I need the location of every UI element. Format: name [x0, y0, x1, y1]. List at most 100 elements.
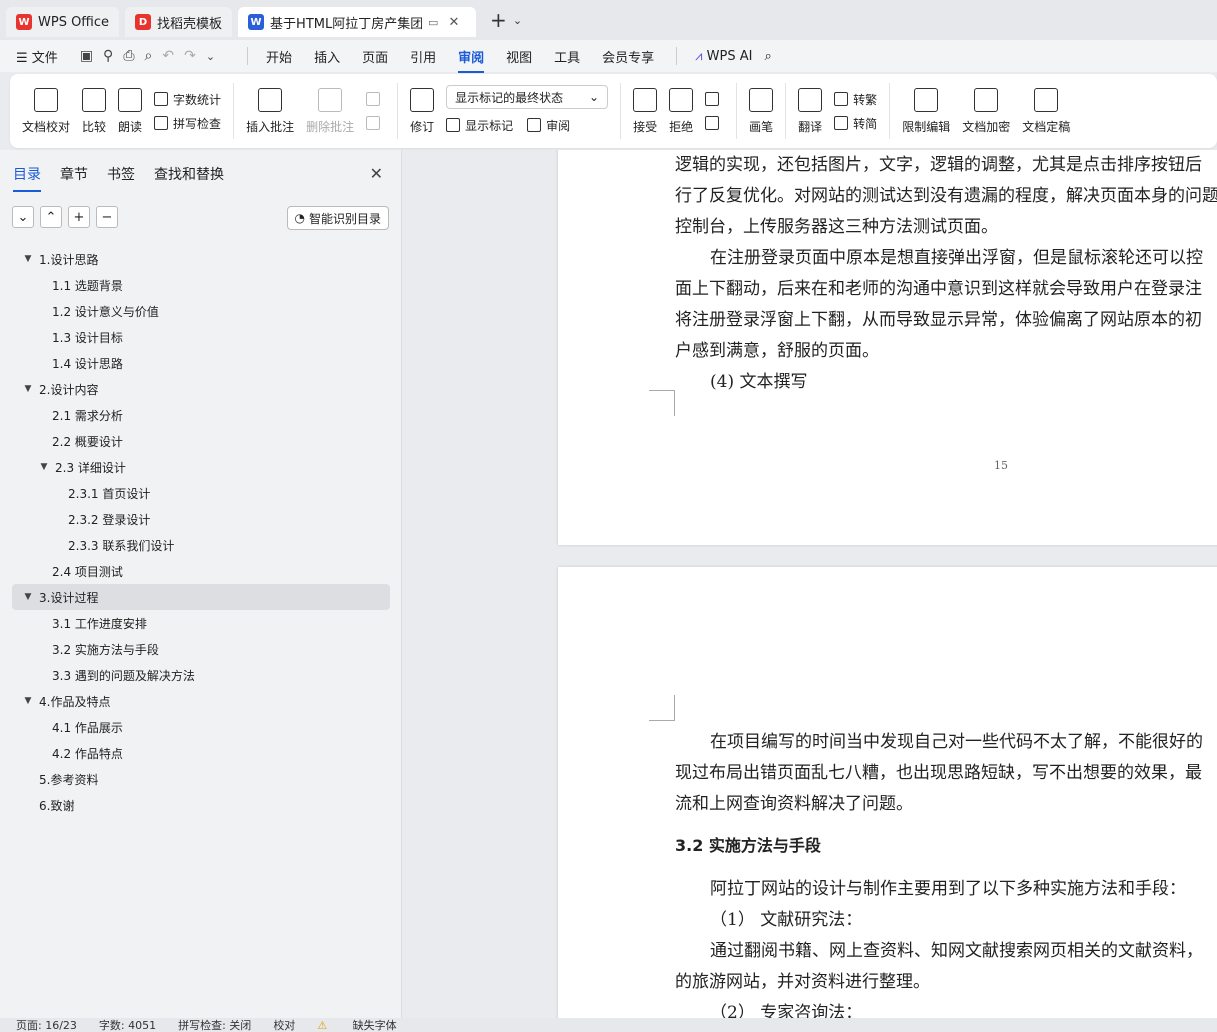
next-change-button[interactable] — [705, 111, 724, 135]
toc-item[interactable]: 3.2 实施方法与手段 — [12, 636, 390, 662]
tab-bookmarks[interactable]: 书签 — [107, 164, 135, 184]
word-count-button[interactable]: 字数统计 — [154, 87, 221, 111]
expand-arrow-icon[interactable]: ▼ — [20, 384, 36, 394]
new-tab-button[interactable]: + — [490, 8, 507, 32]
paragraph-line: 逻辑的实现，还包括图片，文字，逻辑的调整，尤其是点击排序按钮后 — [675, 155, 1202, 175]
toc-item[interactable]: 2.2 概要设计 — [12, 428, 390, 454]
reject-button[interactable]: 拒绝 — [669, 87, 693, 135]
delete-comment-button[interactable]: 删除批注 — [306, 87, 354, 135]
toc-item[interactable]: 5.参考资料 — [12, 766, 390, 792]
word-count-indicator[interactable]: 字数: 4051 — [99, 1018, 156, 1032]
pen-icon — [749, 87, 774, 112]
review-pane-button[interactable]: 审阅 — [546, 117, 570, 134]
toc-item[interactable]: ▼ 4.作品及特点 — [12, 688, 390, 714]
toc-item[interactable]: ▼ 2.设计内容 — [12, 376, 390, 402]
markup-group: 显示标记的最终状态 ⌄ 显示标记 审阅 — [446, 85, 609, 137]
encrypt-button[interactable]: 文档加密 — [962, 87, 1010, 135]
spell-check-status[interactable]: 拼写检查: 关闭 — [178, 1018, 251, 1032]
page-number: 15 — [994, 459, 1008, 472]
track-changes-button[interactable]: 修订 — [410, 87, 434, 135]
to-traditional-button[interactable]: 转繁 — [834, 87, 877, 111]
delete-comment-icon — [318, 87, 343, 112]
proofread-status[interactable]: 校对 — [273, 1018, 295, 1032]
minus-icon[interactable]: − — [96, 206, 118, 228]
search-icon[interactable]: ⌕ — [764, 49, 771, 64]
toc-item[interactable]: 4.2 作品特点 — [12, 740, 390, 766]
compare-button[interactable]: 比较 — [82, 87, 106, 135]
menu-view[interactable]: 视图 — [506, 47, 532, 66]
toc-item[interactable]: 2.1 需求分析 — [12, 402, 390, 428]
to-simplified-button[interactable]: 转简 — [834, 111, 877, 135]
markup-state-select[interactable]: 显示标记的最终状态 ⌄ — [446, 85, 609, 109]
file-menu[interactable]: ☰ 文件 — [16, 47, 58, 66]
redo-icon[interactable]: ↷ — [184, 48, 196, 64]
undo-icon[interactable]: ↶ — [162, 48, 174, 64]
toc-item[interactable]: 1.2 设计意义与价值 — [12, 298, 390, 324]
insert-comment-button[interactable]: 插入批注 — [246, 87, 294, 135]
toc-item[interactable]: 2.3.3 联系我们设计 — [12, 532, 390, 558]
margin-marker — [649, 390, 675, 416]
accept-button[interactable]: 接受 — [633, 87, 657, 135]
chevron-down-icon[interactable]: ⌄ — [513, 14, 522, 27]
tab-find-replace[interactable]: 查找和替换 — [154, 164, 224, 184]
previous-change-button[interactable] — [705, 87, 724, 111]
spell-check-button[interactable]: 拼写检查 — [154, 111, 221, 135]
toc-item[interactable]: 1.1 选题背景 — [12, 272, 390, 298]
restrict-edit-button[interactable]: 限制编辑 — [902, 87, 950, 135]
chevron-down-icon[interactable]: ⌄ — [12, 206, 34, 228]
previous-comment-button[interactable] — [366, 87, 385, 111]
toc-item[interactable]: ▼ 3.设计过程 — [12, 584, 390, 610]
ai-logo-icon: ⩘ — [695, 48, 707, 64]
close-icon[interactable]: ✕ — [370, 164, 383, 183]
share-icon[interactable]: ⚲ — [103, 48, 113, 64]
document-area: 逻辑的实现，还包括图片，文字，逻辑的调整，尤其是点击排序按钮后 行了反复优化。对… — [403, 150, 1217, 1018]
menu-tools[interactable]: 工具 — [554, 47, 580, 66]
tab-chapters[interactable]: 章节 — [60, 164, 88, 184]
doc-check-button[interactable]: 文档校对 — [22, 87, 70, 135]
translate-button[interactable]: 翻译 — [798, 87, 822, 135]
toc-item[interactable]: 2.4 项目测试 — [12, 558, 390, 584]
menu-references[interactable]: 引用 — [410, 47, 436, 66]
tab-wps-office[interactable]: W WPS Office — [6, 7, 120, 37]
menu-home[interactable]: 开始 — [266, 47, 292, 66]
finalize-button[interactable]: 文档定稿 — [1022, 87, 1070, 135]
toc-item[interactable]: ▼ 2.3 详细设计 — [12, 454, 390, 480]
chevron-up-icon[interactable]: ⌃ — [40, 206, 62, 228]
missing-font-indicator[interactable]: ⚠ 缺失字体 — [317, 1018, 418, 1032]
tab-docer-templates[interactable]: D 找稻壳模板 — [125, 7, 233, 37]
toc-item-label: 3.2 实施方法与手段 — [52, 642, 159, 657]
menu-member[interactable]: 会员专享 — [602, 47, 654, 66]
smart-toc-button[interactable]: ◔ 智能识别目录 — [286, 206, 389, 230]
plus-icon[interactable]: + — [68, 206, 90, 228]
expand-arrow-icon[interactable]: ▼ — [20, 254, 36, 264]
toc-item[interactable]: 1.3 设计目标 — [12, 324, 390, 350]
show-markup-button[interactable]: 显示标记 — [465, 117, 513, 134]
expand-arrow-icon[interactable]: ▼ — [20, 592, 36, 602]
tab-toc[interactable]: 目录 — [13, 164, 41, 192]
pen-button[interactable]: 画笔 — [749, 87, 774, 135]
read-aloud-button[interactable]: 朗读 — [118, 87, 142, 135]
menu-insert[interactable]: 插入 — [314, 47, 340, 66]
toc-item[interactable]: ▼ 1.设计思路 — [12, 246, 390, 272]
chevron-down-icon[interactable]: ⌄ — [206, 50, 215, 63]
print-icon[interactable]: ⎙ — [123, 48, 134, 64]
menu-review[interactable]: 审阅 — [458, 47, 485, 73]
expand-arrow-icon[interactable]: ▼ — [20, 696, 36, 706]
toc-item[interactable]: 1.4 设计思路 — [12, 350, 390, 376]
expand-arrow-icon[interactable]: ▼ — [36, 462, 52, 472]
tab-label: WPS Office — [38, 14, 110, 30]
toc-item[interactable]: 6.致谢 — [12, 792, 390, 818]
toc-item[interactable]: 2.3.1 首页设计 — [12, 480, 390, 506]
menu-page[interactable]: 页面 — [362, 47, 388, 66]
toc-item[interactable]: 3.1 工作进度安排 — [12, 610, 390, 636]
print-preview-icon[interactable]: ⌕ — [145, 48, 153, 64]
toc-item[interactable]: 2.3.2 登录设计 — [12, 506, 390, 532]
toc-item[interactable]: 4.1 作品展示 — [12, 714, 390, 740]
tab-current-document[interactable]: W 基于HTML阿拉丁房产集团的网 ▭ ✕ — [238, 7, 477, 37]
close-icon[interactable]: ✕ — [448, 15, 459, 30]
toc-item[interactable]: 3.3 遇到的问题及解决方法 — [12, 662, 390, 688]
page-indicator[interactable]: 页面: 16/23 — [16, 1018, 77, 1032]
next-comment-button[interactable] — [366, 111, 385, 135]
save-icon[interactable]: ▣ — [80, 48, 93, 64]
wps-ai-button[interactable]: ⩘ WPS AI — [695, 49, 752, 64]
